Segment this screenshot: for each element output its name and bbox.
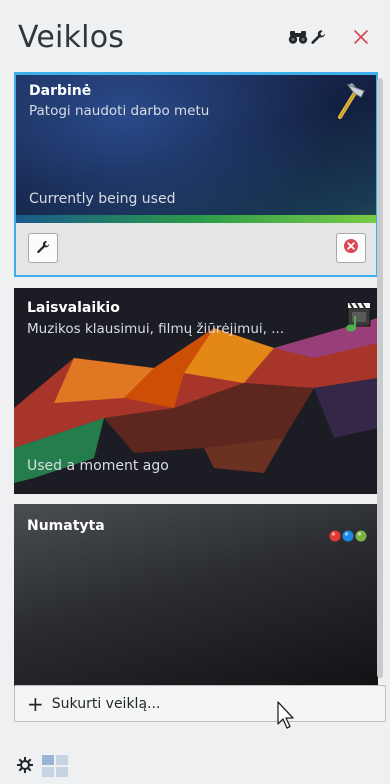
configure-activities-button[interactable] xyxy=(305,26,331,52)
taskbar-fragment xyxy=(16,754,70,780)
panel-header: Veiklos xyxy=(0,20,390,70)
pager-cell xyxy=(56,767,68,777)
activity-description: Patogi naudoti darbo metu xyxy=(29,103,210,119)
pager-cell xyxy=(42,755,54,765)
close-icon xyxy=(353,29,369,49)
activity-actions xyxy=(16,223,376,275)
pager-icon[interactable] xyxy=(42,755,70,779)
activity-name: Darbinė xyxy=(29,83,92,99)
activity-status: Currently being used xyxy=(29,191,176,207)
wrench-icon xyxy=(36,239,50,258)
activity-card-darbine[interactable]: Darbinė Patogi naudoti darbo metu Curren… xyxy=(14,72,378,277)
activities-scrollbar[interactable] xyxy=(377,78,383,678)
configure-activity-button[interactable] xyxy=(28,233,58,263)
mouse-cursor-icon xyxy=(276,700,296,734)
activity-card-numatyta[interactable]: Numatyta xyxy=(14,504,378,692)
pager-cell xyxy=(56,755,68,765)
clapperboard-icon xyxy=(342,298,372,338)
create-activity-button[interactable]: + Sukurti veiklą... xyxy=(14,685,386,722)
stop-icon xyxy=(343,238,359,258)
activity-name: Numatyta xyxy=(27,518,105,534)
activity-name: Laisvalaikio xyxy=(27,300,120,316)
activity-status: Used a moment ago xyxy=(27,458,169,474)
activities-panel: Veiklos Darbinė Patogi naudoti darbo met… xyxy=(0,0,390,784)
create-activity-label: Sukurti veiklą... xyxy=(51,695,161,712)
close-panel-button[interactable] xyxy=(348,26,374,52)
pager-cell xyxy=(42,767,54,777)
activity-description: Muzikos klausimui, filmų žiūrėjimui, ... xyxy=(27,321,285,337)
activities-list: Darbinė Patogi naudoti darbo metu Curren… xyxy=(14,72,378,692)
hammer-icon xyxy=(332,81,366,125)
stop-activity-button[interactable] xyxy=(336,233,366,263)
activity-card-laisvalaikio[interactable]: Laisvalaikio Muzikos klausimui, filmų ži… xyxy=(14,288,378,494)
panel-title: Veiklos xyxy=(18,20,125,55)
wallpaper-strip xyxy=(16,215,376,223)
activities-switcher-icon[interactable] xyxy=(16,756,34,778)
color-dots-icon xyxy=(328,528,372,547)
plus-icon: + xyxy=(27,691,44,716)
wrench-icon xyxy=(310,29,326,49)
